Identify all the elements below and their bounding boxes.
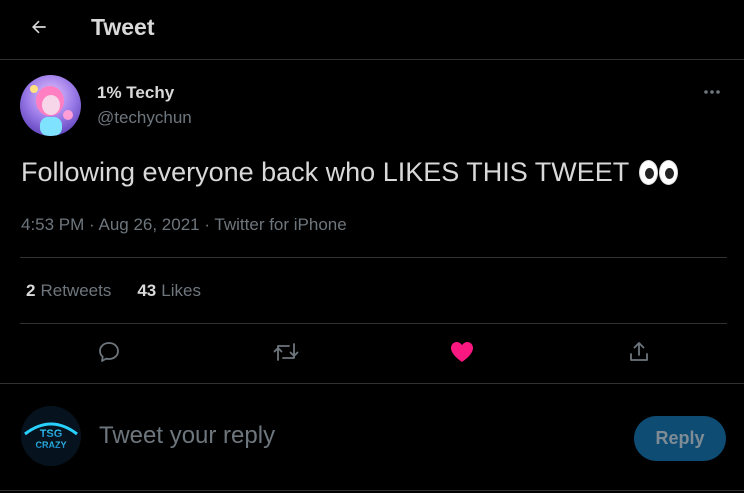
likes-count: 43 — [137, 281, 157, 300]
more-options-button[interactable] — [700, 81, 724, 101]
page-title: Tweet — [91, 14, 155, 40]
likes-label: Likes — [161, 281, 201, 300]
retweets-stat[interactable]: 2 Retweets — [26, 281, 111, 301]
retweets-count: 2 — [26, 281, 36, 300]
divider — [20, 323, 727, 324]
reply-input[interactable]: Tweet your reply — [99, 422, 275, 450]
retweet-icon — [273, 340, 299, 369]
avatar-text-bottom: CRAZY — [36, 440, 67, 450]
likes-stat[interactable]: 43 Likes — [137, 281, 201, 301]
reply-bubble-icon — [97, 340, 121, 369]
divider — [20, 257, 727, 258]
tweet-body: Following everyone back who LIKES THIS T… — [21, 157, 630, 187]
tweet-timestamp[interactable]: 4:53 PM · Aug 26, 2021 · Twitter for iPh… — [21, 215, 347, 235]
avatar[interactable] — [20, 75, 81, 136]
arrow-left-icon — [29, 17, 49, 42]
heart-icon — [449, 340, 475, 369]
tweet-text: Following everyone back who LIKES THIS T… — [21, 157, 679, 188]
retweets-label: Retweets — [40, 281, 112, 300]
my-avatar[interactable]: TSG CRAZY — [21, 406, 81, 466]
avatar-text-top: TSG — [40, 428, 63, 440]
tweet-actions — [0, 338, 744, 370]
user-handle[interactable]: @techychun — [97, 108, 192, 128]
tweet-author: 1% Techy @techychun — [20, 75, 724, 137]
share-icon — [627, 340, 651, 369]
reply-submit-button[interactable]: Reply — [634, 416, 726, 461]
reply-composer: TSG CRAZY Tweet your reply Reply — [0, 383, 744, 493]
retweet-button[interactable] — [270, 338, 302, 370]
divider — [0, 490, 744, 491]
tweet-stats: 2 Retweets 43 Likes — [26, 281, 201, 301]
like-button[interactable] — [446, 338, 478, 370]
header-bar: Tweet — [0, 0, 744, 60]
back-button[interactable] — [22, 12, 56, 46]
share-button[interactable] — [623, 338, 655, 370]
reply-button[interactable] — [93, 338, 125, 370]
display-name[interactable]: 1% Techy — [97, 83, 174, 103]
eyes-emoji-icon — [639, 160, 679, 185]
more-dots-icon — [703, 82, 721, 100]
